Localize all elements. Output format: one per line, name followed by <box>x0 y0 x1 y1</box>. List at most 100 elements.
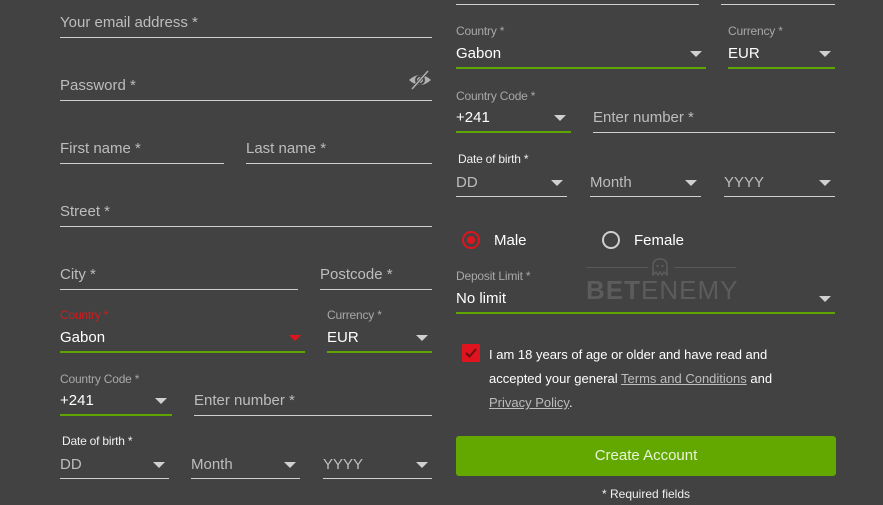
country-code-underline <box>456 131 571 133</box>
phone-placeholder: Enter number * <box>194 392 295 409</box>
country-select[interactable]: Country * Gabon <box>60 308 305 354</box>
chevron-down-icon <box>153 462 165 468</box>
dob-year-select[interactable]: YYYY <box>724 172 835 198</box>
currency-value: EUR <box>728 45 760 62</box>
last-name-field[interactable]: Last name * <box>246 138 432 164</box>
country-select[interactable]: Country * Gabon <box>456 24 706 70</box>
radio-selected-icon <box>462 231 480 249</box>
phone-number-field[interactable]: Enter number * <box>194 390 432 416</box>
email-placeholder: Your email address * <box>60 14 198 31</box>
chevron-down-icon <box>819 180 831 186</box>
terms-checkbox[interactable] <box>462 344 480 362</box>
country-code-select[interactable]: Country Code * +241 <box>60 372 172 418</box>
eye-slash-icon[interactable] <box>408 70 432 95</box>
dob-month-select[interactable]: Month <box>590 172 701 198</box>
street-field[interactable]: Street * <box>60 201 432 227</box>
currency-select[interactable]: Currency * EUR <box>327 308 432 354</box>
phone-underline <box>593 132 835 133</box>
country-code-label: Country Code * <box>456 89 536 103</box>
chevron-down-icon <box>819 51 831 57</box>
currency-select[interactable]: Currency * EUR <box>728 24 835 70</box>
password-placeholder: Password * <box>60 77 136 94</box>
country-label: Country * <box>456 24 505 38</box>
gender-radio-male[interactable]: Male <box>462 230 562 252</box>
last-name-underline <box>246 163 432 164</box>
dob-day-select[interactable]: DD <box>60 454 169 480</box>
chevron-down-icon <box>289 335 301 341</box>
dob-day-value: DD <box>60 456 82 473</box>
country-code-value: +241 <box>60 392 94 409</box>
dob-label: Date of birth * <box>62 434 133 448</box>
gender-female-label: Female <box>634 232 685 249</box>
country-code-select[interactable]: Country Code * +241 <box>456 89 571 135</box>
deposit-limit-underline <box>456 312 835 314</box>
gender-radio-female[interactable]: Female <box>602 230 712 252</box>
city-underline <box>60 289 298 290</box>
country-value: Gabon <box>456 45 502 62</box>
chevron-down-icon <box>819 296 831 302</box>
dob-year-value: YYYY <box>323 456 364 473</box>
postcode-underline <box>320 289 432 290</box>
dob-month-value: Month <box>590 174 632 191</box>
country-underline <box>60 351 305 353</box>
deposit-limit-label: Deposit Limit * <box>456 269 531 283</box>
phone-underline <box>194 415 432 416</box>
dob-day-underline <box>60 478 169 479</box>
dob-label: Date of birth * <box>458 152 529 166</box>
currency-value: EUR <box>327 329 359 346</box>
chevron-down-icon <box>690 51 702 57</box>
email-field[interactable]: Your email address * <box>60 12 432 38</box>
radio-unselected-icon <box>602 231 620 249</box>
dob-day-underline <box>456 196 567 197</box>
country-underline <box>456 67 706 69</box>
terms-and-conditions-link[interactable]: Terms and Conditions <box>621 371 747 386</box>
terms-text-part: and <box>746 371 773 386</box>
create-account-button[interactable]: Create Account <box>456 436 836 476</box>
dob-month-value: Month <box>191 456 233 473</box>
dob-year-underline <box>323 478 432 479</box>
privacy-policy-link[interactable]: Privacy Policy <box>489 395 569 410</box>
currency-label: Currency * <box>728 24 783 38</box>
chevron-down-icon <box>155 398 167 404</box>
first-name-field[interactable]: First name * <box>60 138 224 164</box>
checkmark-icon <box>465 348 477 358</box>
postcode-placeholder: Postcode * <box>320 266 393 283</box>
dob-month-select[interactable]: Month <box>191 454 300 480</box>
gender-male-label: Male <box>494 232 527 249</box>
postcode-field[interactable]: Postcode * <box>320 264 432 290</box>
password-underline <box>60 100 432 101</box>
first-name-placeholder: First name * <box>60 140 141 157</box>
deposit-limit-select[interactable]: Deposit Limit * No limit <box>456 269 835 315</box>
street-underline <box>60 226 432 227</box>
dob-month-underline <box>191 478 300 479</box>
dob-day-select[interactable]: DD <box>456 172 567 198</box>
phone-number-field[interactable]: Enter number * <box>593 107 835 134</box>
chevron-down-icon <box>685 180 697 186</box>
dob-year-value: YYYY <box>724 174 765 191</box>
dob-year-select[interactable]: YYYY <box>323 454 432 480</box>
dob-year-underline <box>724 196 835 197</box>
deposit-limit-value: No limit <box>456 290 507 307</box>
currency-underline <box>327 351 432 353</box>
country-code-value: +241 <box>456 109 490 126</box>
street-placeholder: Street * <box>60 203 111 220</box>
prev-field-underline <box>456 4 699 5</box>
city-field[interactable]: City * <box>60 264 298 290</box>
chevron-down-icon <box>416 335 428 341</box>
city-placeholder: City * <box>60 266 96 283</box>
currency-label: Currency * <box>327 308 382 322</box>
currency-underline <box>728 67 835 69</box>
country-label: Country * <box>60 308 109 322</box>
password-field[interactable]: Password * <box>60 70 432 102</box>
chevron-down-icon <box>416 462 428 468</box>
chevron-down-icon <box>554 115 566 121</box>
chevron-down-icon <box>551 180 563 186</box>
terms-text: I am 18 years of age or older and have r… <box>489 343 809 415</box>
watermark-line <box>674 267 736 268</box>
country-code-label: Country Code * <box>60 372 140 386</box>
country-value: Gabon <box>60 329 106 346</box>
watermark-line <box>586 267 648 268</box>
last-name-placeholder: Last name * <box>246 140 327 157</box>
email-underline <box>60 37 432 38</box>
required-fields-note: * Required fields <box>601 487 691 501</box>
